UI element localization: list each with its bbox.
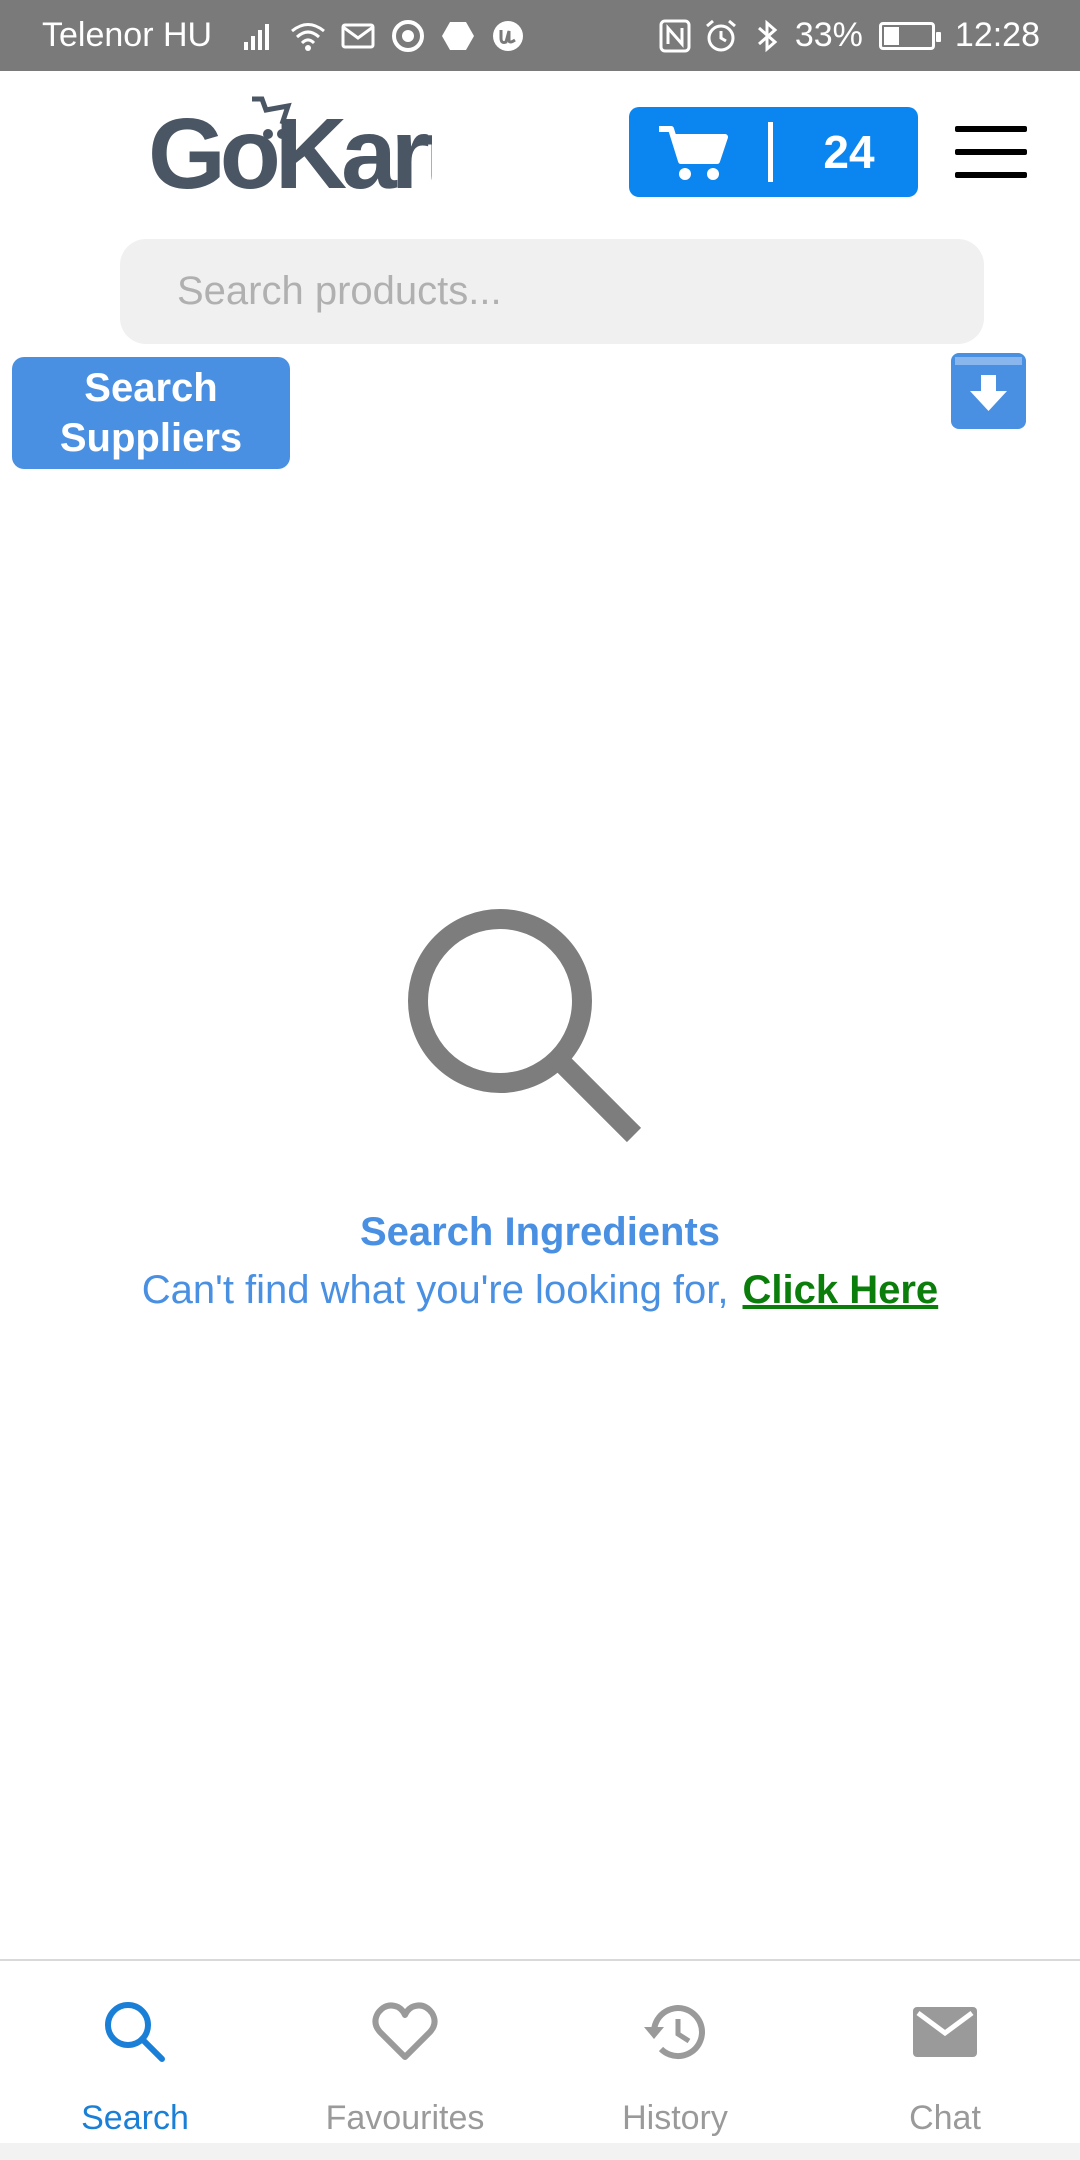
search-input[interactable] [120, 239, 984, 344]
search-box[interactable] [120, 239, 984, 344]
cart-icon [659, 126, 728, 180]
suppliers-label-line2: Suppliers [59, 416, 243, 460]
cart-divider [768, 122, 773, 182]
nav-item-search[interactable]: Search [0, 1961, 270, 2160]
nav-item-history[interactable]: History [540, 1961, 810, 2160]
empty-state-message: Can't find what you're looking for, Click… [0, 1268, 1080, 1313]
nav-label: History [622, 2099, 728, 2137]
cart-count: 24 [823, 126, 875, 178]
chrome-icon [392, 20, 424, 52]
battery-percent: 33% [794, 16, 863, 54]
heart-icon [372, 2002, 438, 2060]
bottom-navigation: Search Favourites History Chat [0, 1959, 1080, 2160]
search-icon [105, 2002, 165, 2062]
wifi-icon [291, 23, 325, 51]
suppliers-label-line1: Search [84, 366, 218, 410]
search-icon [408, 909, 642, 1143]
bluetooth-icon [757, 19, 778, 52]
nav-label: Chat [909, 2099, 981, 2137]
carrier-name: Telenor HU [42, 16, 213, 54]
clock: 12:28 [954, 16, 1040, 54]
battery-fill [883, 26, 900, 45]
status-bar: Telenor HU 33% 12:28 [0, 0, 1080, 71]
nav-item-favourites[interactable]: Favourites [270, 1961, 540, 2160]
search-suppliers-button[interactable]: Search Suppliers [12, 357, 290, 469]
alarm-icon [705, 19, 736, 51]
system-status: 33% 12:28 [657, 0, 1040, 71]
empty-state-text: Can't find what you're looking for, [141, 1268, 729, 1312]
nav-item-chat[interactable]: Chat [810, 1961, 1080, 2160]
nav-label: Favourites [325, 2099, 485, 2137]
gmail-icon [341, 23, 375, 49]
gokart-logo: GoKart [148, 96, 432, 196]
battery-icon [878, 21, 941, 50]
archive-download-icon[interactable] [951, 353, 1026, 429]
click-here-link[interactable]: Click Here [743, 1268, 939, 1312]
nfc-icon [659, 19, 691, 52]
notification-icons [240, 18, 526, 54]
u-app-icon [493, 21, 523, 51]
empty-state-title: Search Ingredients [359, 1210, 721, 1254]
logo-text: GoKart [148, 98, 432, 196]
system-nav-strip [0, 2143, 1080, 2160]
mail-icon [913, 2007, 977, 2057]
cart-button[interactable]: 24 [629, 107, 918, 197]
app-icon [442, 22, 474, 50]
history-icon [644, 2005, 705, 2060]
signal-icon [244, 24, 269, 50]
hamburger-icon[interactable] [955, 126, 1027, 178]
nav-label: Search [81, 2099, 189, 2137]
